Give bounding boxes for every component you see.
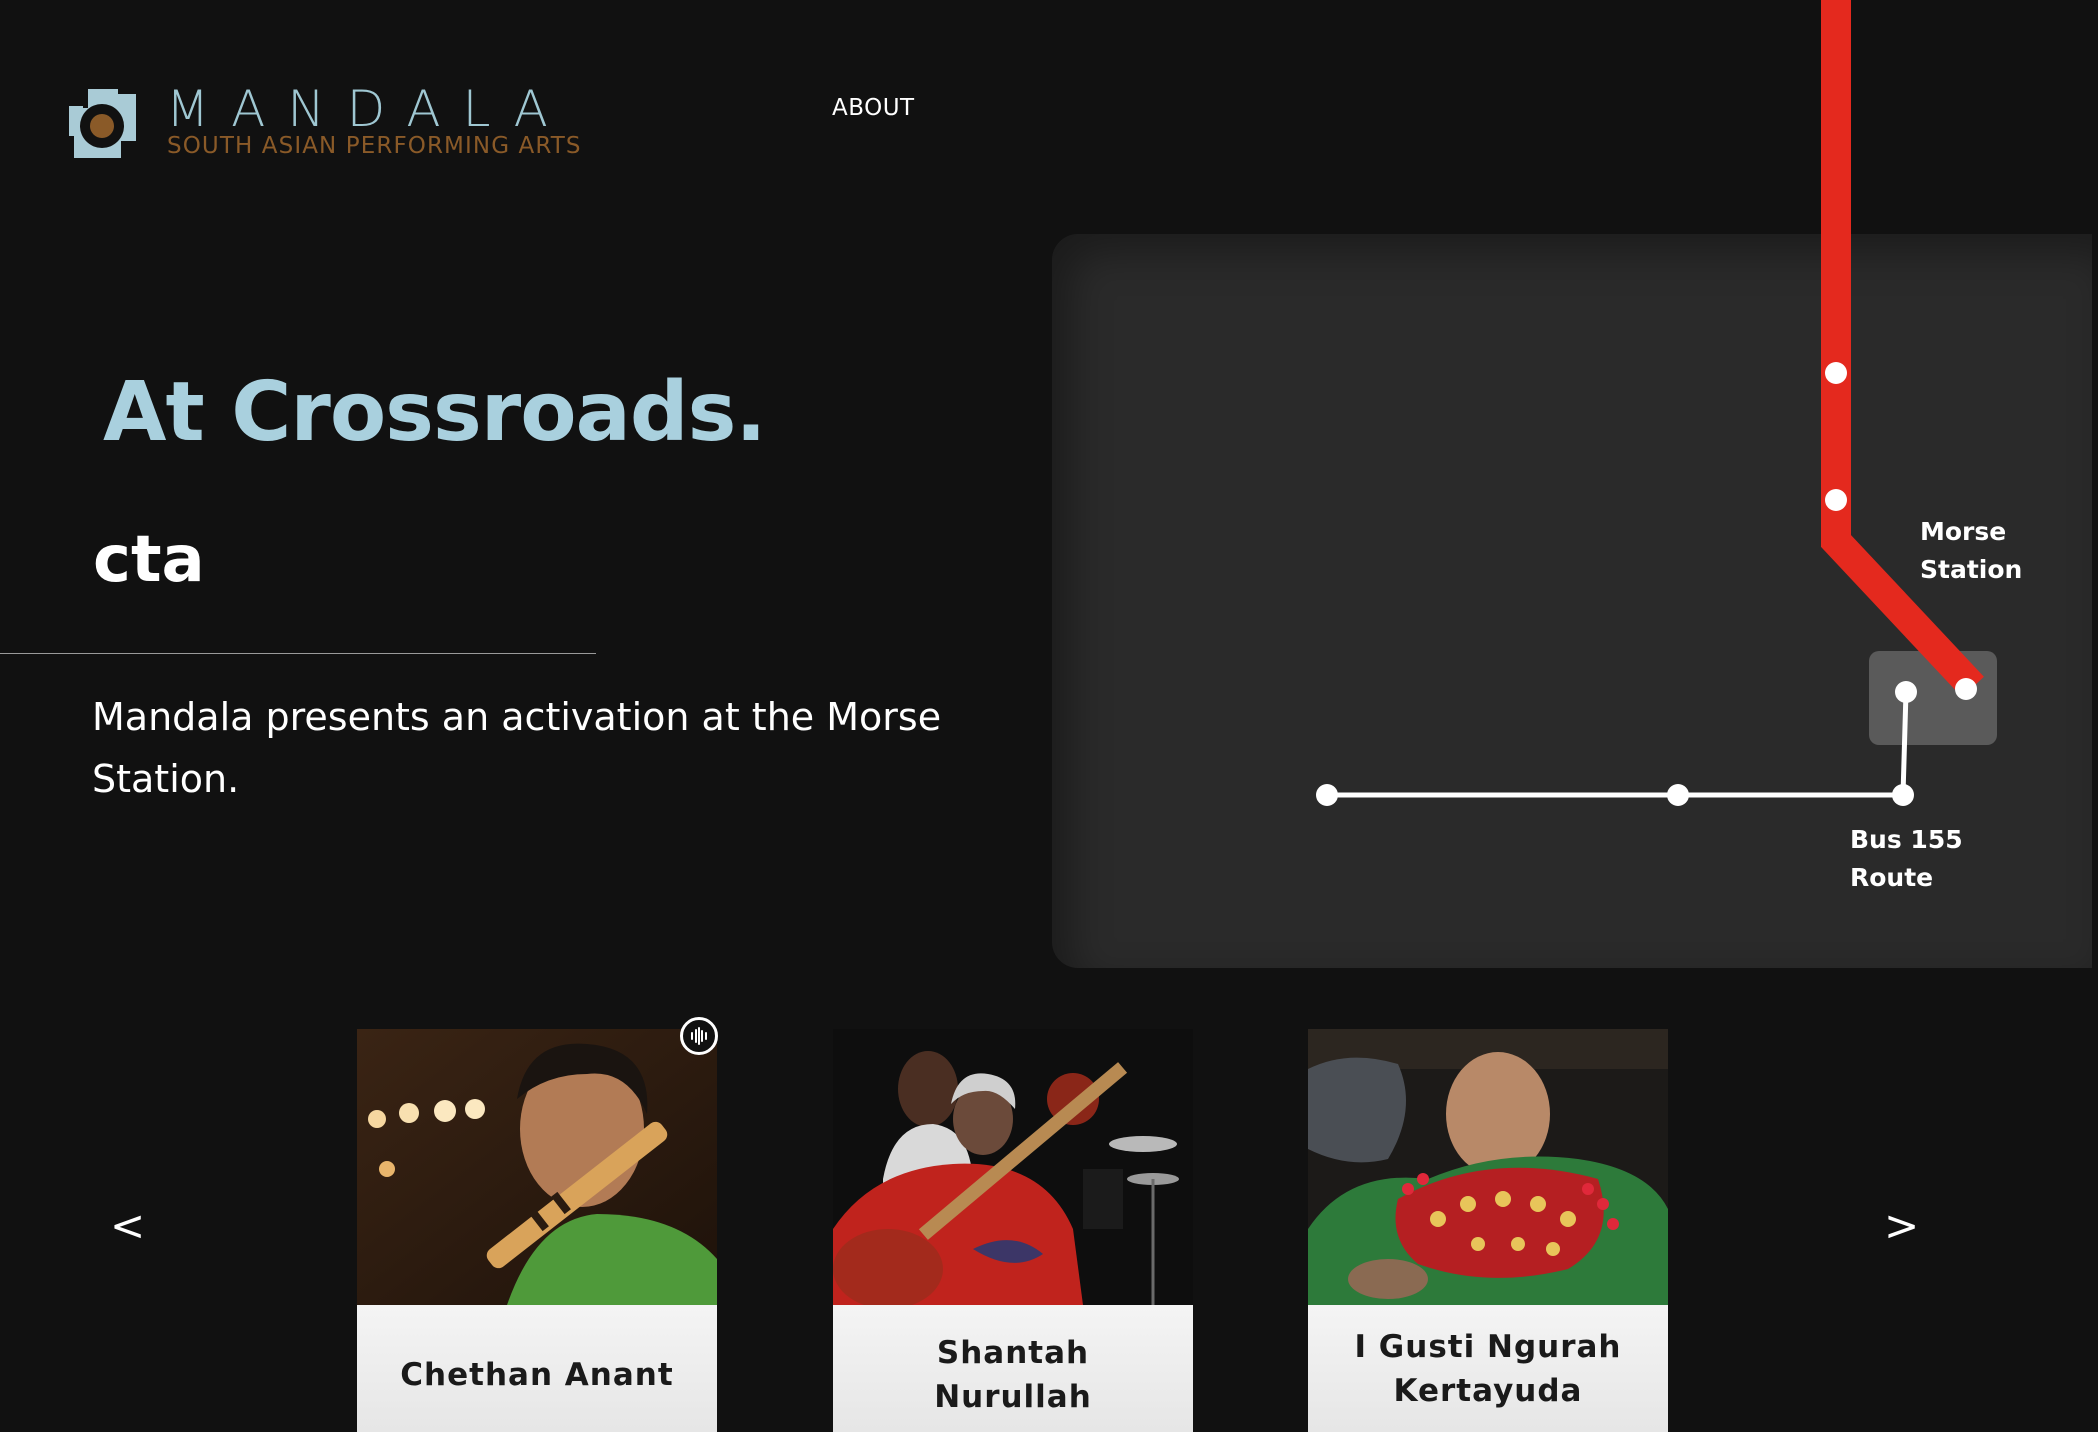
artist-photo xyxy=(1308,1029,1668,1305)
divider xyxy=(0,653,596,654)
morse-station-label: Morse Station xyxy=(1920,517,2023,584)
artist-name: I Gusti Ngurah Kertayuda xyxy=(1308,1305,1668,1432)
audio-wave-icon[interactable] xyxy=(680,1017,718,1055)
page-subtitle: cta xyxy=(93,523,205,597)
logo[interactable]: MANDALA SOUTH ASIAN PERFORMING ARTS xyxy=(66,80,586,166)
artist-card[interactable]: Chethan Anant xyxy=(357,1029,717,1432)
mandala-logo-icon xyxy=(66,86,142,164)
artist-card[interactable]: I Gusti Ngurah Kertayuda xyxy=(1308,1029,1668,1432)
nav-about-link[interactable]: ABOUT xyxy=(832,95,915,121)
page-title: At Crossroads. xyxy=(103,365,767,460)
artist-name: Shantah Nurullah xyxy=(833,1305,1193,1432)
logo-wordmark: MANDALA xyxy=(166,80,570,138)
page: MANDALA SOUTH ASIAN PERFORMING ARTS ABOU… xyxy=(0,0,2098,1432)
artist-photo xyxy=(357,1029,717,1305)
carousel-next-button[interactable]: > xyxy=(1884,1205,1919,1247)
hero-description: Mandala presents an activation at the Mo… xyxy=(92,695,942,801)
artist-name: Chethan Anant xyxy=(357,1305,717,1432)
carousel-prev-button[interactable]: < xyxy=(110,1205,145,1247)
bus-route-label: Bus 155 Route xyxy=(1850,825,1963,892)
logo-tagline: SOUTH ASIAN PERFORMING ARTS xyxy=(167,133,582,159)
audio-wave-glyph xyxy=(691,1027,707,1045)
artist-card[interactable]: Shantah Nurullah xyxy=(833,1029,1193,1432)
artist-photo xyxy=(833,1029,1193,1305)
